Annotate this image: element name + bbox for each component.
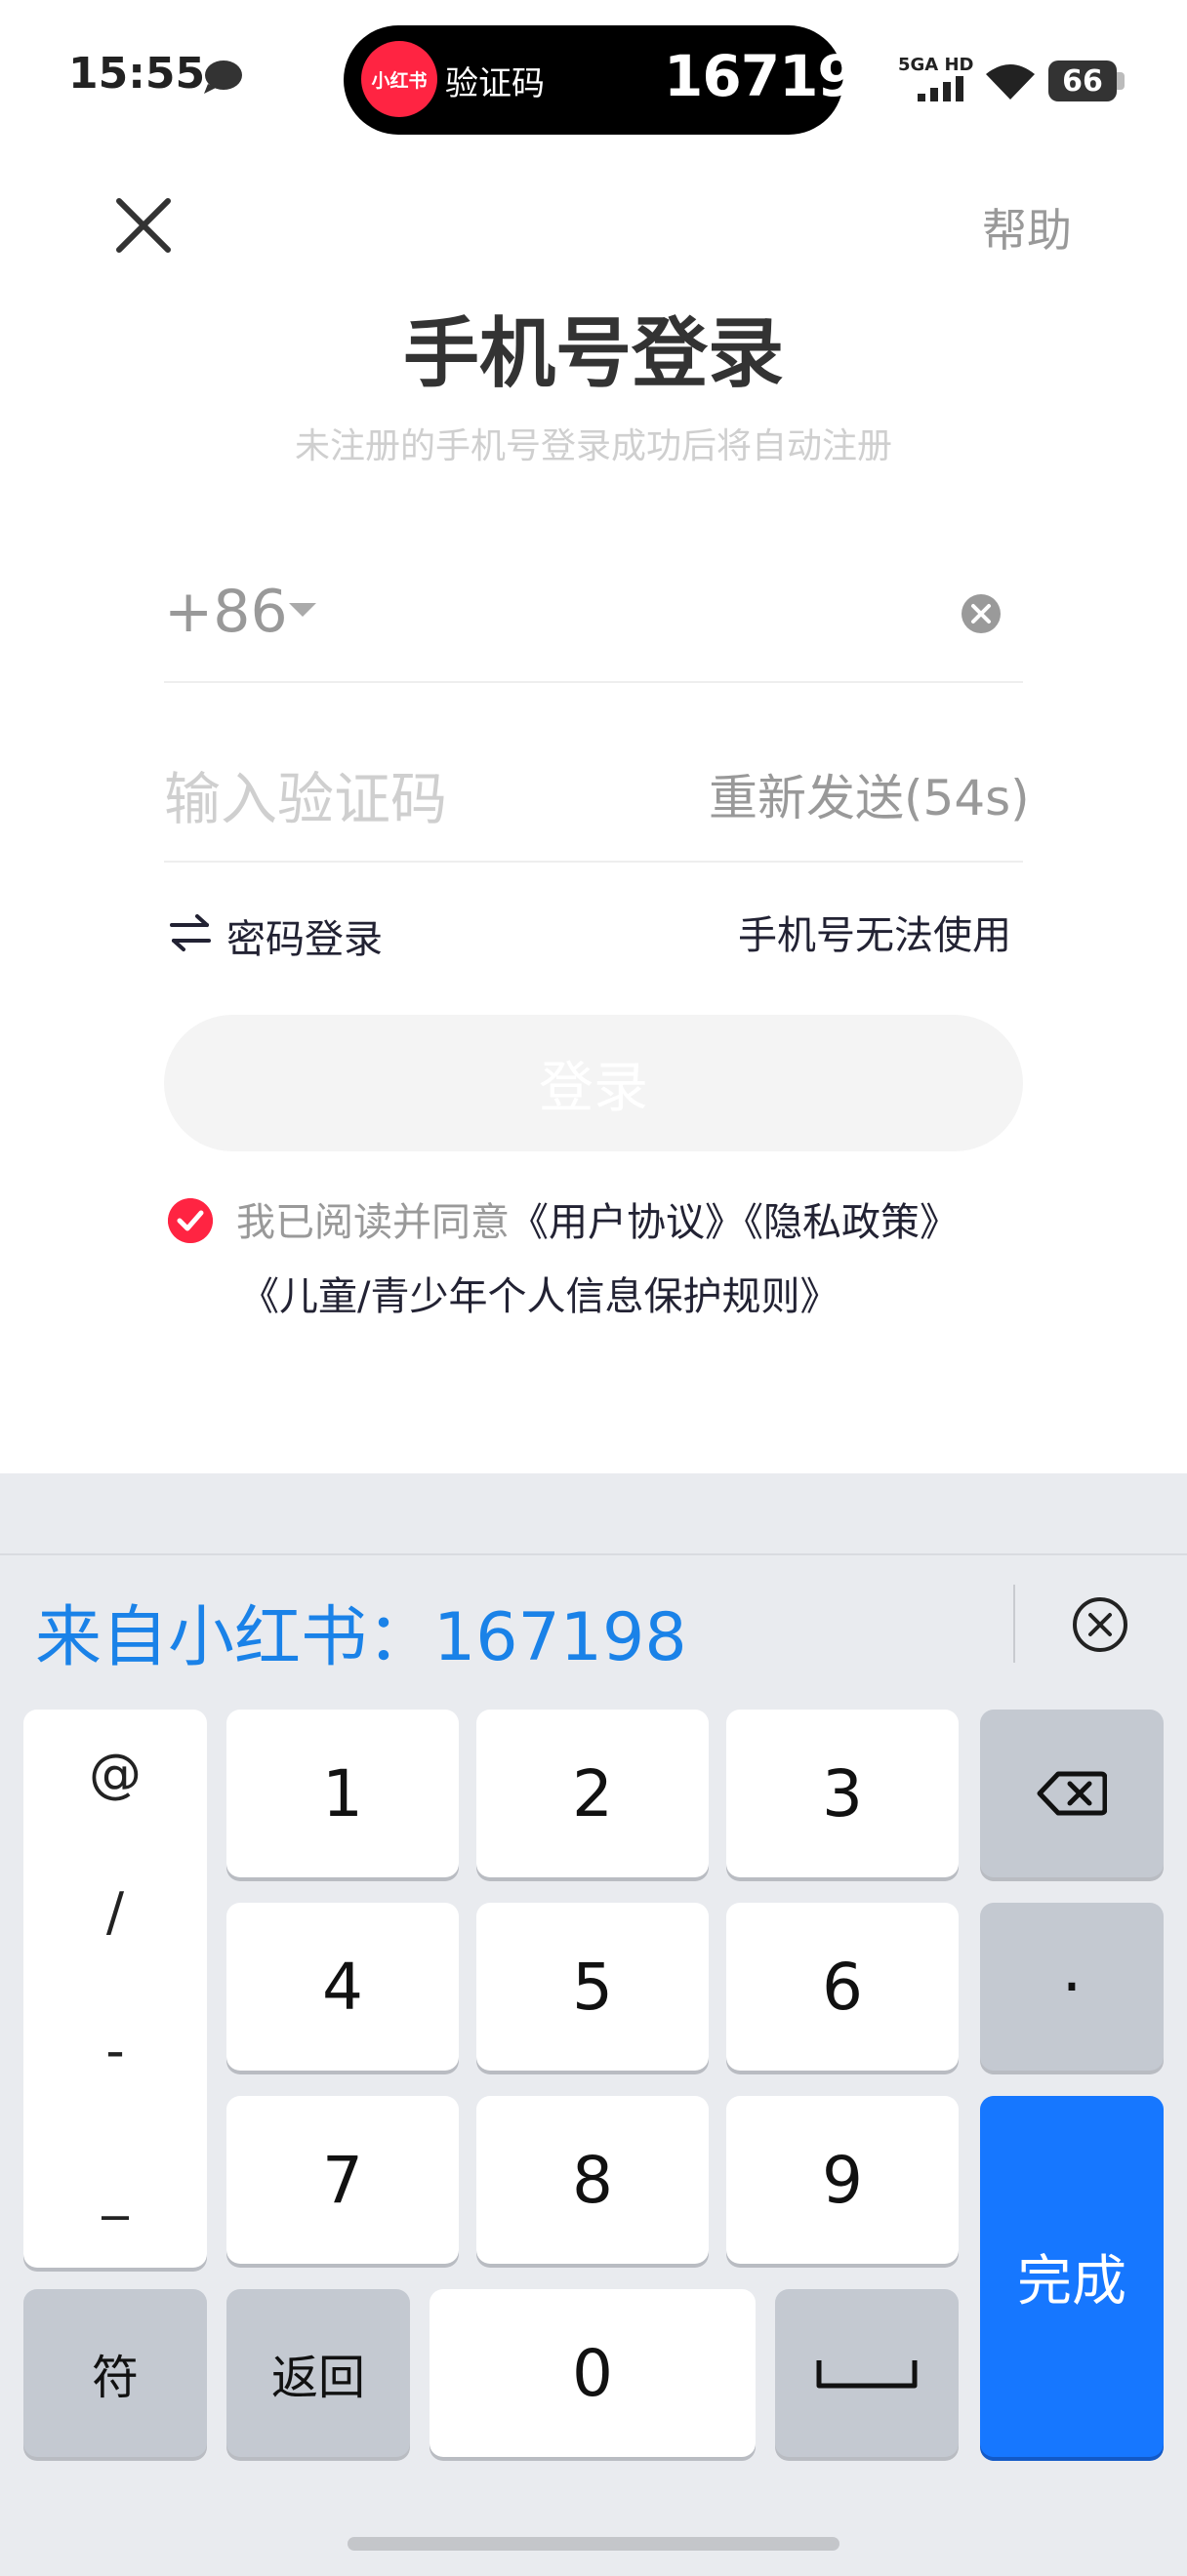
backspace-icon [1037,1771,1107,1816]
verification-code-input[interactable]: 输入验证码 [164,753,447,835]
key-9[interactable]: 9 [726,2096,959,2264]
key-7[interactable]: 7 [226,2096,459,2264]
agreement-checkbox[interactable] [168,1198,213,1243]
key-3[interactable]: 3 [726,1710,959,1877]
key-0[interactable]: 0 [430,2289,756,2457]
page-subtitle: 未注册的手机号登录成功后将自动注册 [294,426,892,466]
resend-code-button[interactable]: 重新发送(54s) [709,759,1030,829]
code-divider [164,861,1023,863]
key-dot[interactable]: · [980,1903,1164,2071]
network-type: 5GA HD [898,55,974,75]
signal-icon [918,76,963,101]
key-at[interactable]: @ [23,1743,207,1804]
privacy-policy-link[interactable]: 《隐私政策》 [744,1200,959,1245]
backspace-key[interactable] [980,1710,1164,1877]
close-suggestion-icon[interactable] [1072,1596,1128,1653]
agreement-prefix: 我已阅读并同意 [236,1200,510,1245]
clear-input-icon[interactable] [961,593,1002,634]
country-code-selector[interactable]: +86 [164,578,288,646]
page-title: 手机号登录 [402,310,784,398]
status-time: 15:55 [68,49,206,99]
key-4[interactable]: 4 [226,1903,459,2071]
password-login-link[interactable]: 密码登录 [226,907,383,964]
phone-divider [164,681,1023,683]
notification-label: 验证码 [445,64,545,103]
key-slash[interactable]: / [23,1881,207,1943]
key-8[interactable]: 8 [476,2096,709,2264]
home-indicator[interactable] [348,2537,839,2551]
back-key[interactable]: 返回 [226,2289,410,2457]
sms-code-suggestion[interactable]: 来自小红书：167198 [35,1583,687,1679]
phone-unusable-link[interactable]: 手机号无法使用 [738,904,1011,960]
key-2[interactable]: 2 [476,1710,709,1877]
xiaohongshu-logo: 小红书 [361,41,437,117]
child-policy-link[interactable]: 《儿童/青少年个人信息保护规则》 [240,1265,839,1321]
battery-icon: 66 [1048,60,1117,101]
user-agreement-link[interactable]: 《用户协议》 [510,1200,744,1245]
login-button[interactable]: 登录 [164,1015,1023,1151]
notification-code: 167198 [664,43,895,109]
symbols-key[interactable]: 符 [23,2289,207,2457]
close-icon[interactable] [109,191,178,260]
key-1[interactable]: 1 [226,1710,459,1877]
help-link[interactable]: 帮助 [982,195,1072,260]
message-notification-icon [204,60,242,94]
caret-down-icon[interactable] [289,603,316,617]
key-5[interactable]: 5 [476,1903,709,2071]
space-bar-icon [816,2360,918,2389]
keyboard-divider [0,1553,1187,1555]
key-hyphen[interactable]: - [23,2020,207,2081]
suggestion-separator [1013,1585,1015,1663]
key-underscore[interactable]: _ [23,2158,207,2220]
battery-tip [1117,72,1125,90]
agreement-text: 我已阅读并同意《用户协议》《隐私政策》 [236,1190,959,1247]
key-6[interactable]: 6 [726,1903,959,2071]
space-key[interactable] [775,2289,959,2457]
done-key[interactable]: 完成 [980,2096,1164,2457]
wifi-icon [986,64,1035,100]
swap-icon[interactable] [168,913,213,952]
